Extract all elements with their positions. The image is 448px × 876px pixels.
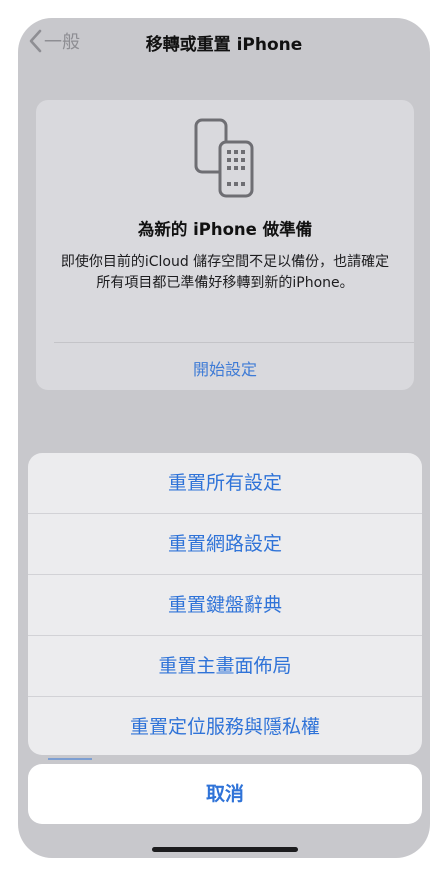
page-title: 移轉或重置 iPhone <box>145 35 303 55</box>
reset-home-screen-layout-button[interactable]: 重置主畫面佈局 <box>28 636 422 697</box>
iphone-transfer-icon <box>194 118 254 198</box>
phone-screen: 一般 移轉或重置 iPhone 為新的 iPhone 做準備 即使你目前的iCl… <box>18 18 430 858</box>
prepare-new-iphone-card: 為新的 iPhone 做準備 即使你目前的iCloud 儲存空間不足以備份，也請… <box>36 100 414 390</box>
reset-location-privacy-button[interactable]: 重置定位服務與隱私權 <box>28 697 422 755</box>
home-indicator <box>152 847 298 852</box>
reset-options-action-sheet: 重置所有設定 重置網路設定 重置鍵盤辭典 重置主畫面佈局 重置定位服務與隱私權 <box>28 453 422 755</box>
navigation-bar: 一般 移轉或重置 iPhone <box>18 18 430 64</box>
card-description: 即使你目前的iCloud 儲存空間不足以備份，也請確定所有項目都已準備好移轉到新… <box>60 254 390 291</box>
card-divider <box>54 342 414 343</box>
reset-keyboard-dictionary-button[interactable]: 重置鍵盤辭典 <box>28 575 422 636</box>
cancel-button[interactable]: 取消 <box>28 764 422 824</box>
reset-all-settings-button[interactable]: 重置所有設定 <box>28 453 422 514</box>
reset-network-settings-button[interactable]: 重置網路設定 <box>28 514 422 575</box>
card-title: 為新的 iPhone 做準備 <box>137 220 313 239</box>
get-started-button[interactable]: 開始設定 <box>36 356 414 380</box>
